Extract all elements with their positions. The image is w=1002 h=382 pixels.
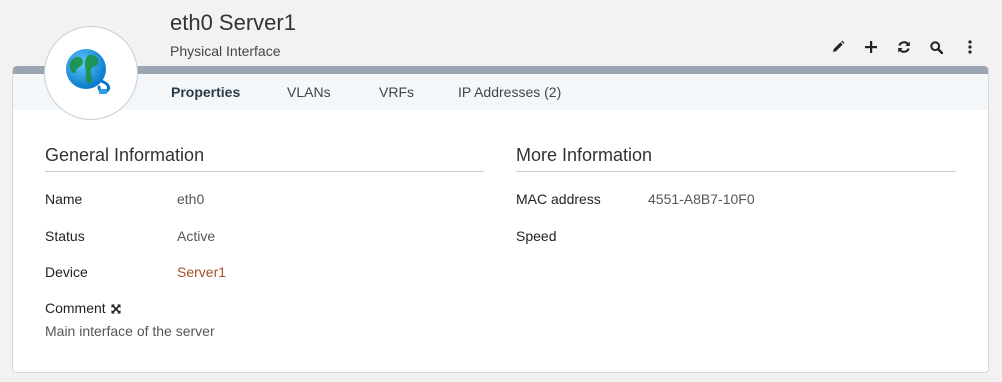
details-card: Properties VLANs VRFs IP Addresses (2) G… (12, 66, 989, 373)
search-icon (930, 40, 943, 54)
comment-label-row: Comment (45, 300, 121, 317)
tab-ip-addresses[interactable]: IP Addresses (2) (458, 84, 561, 100)
mac-address-value: 4551-A8B7-10F0 (648, 191, 755, 207)
card-top-border (13, 66, 988, 74)
mac-address-label: MAC address (516, 191, 601, 207)
header-actions (821, 38, 986, 56)
speed-label: Speed (516, 228, 557, 244)
more-divider (516, 171, 956, 172)
device-link[interactable]: Server1 (177, 264, 226, 280)
comment-label: Comment (45, 300, 106, 316)
tab-properties[interactable]: Properties (171, 84, 240, 100)
tab-vrfs[interactable]: VRFs (379, 84, 414, 100)
edit-button[interactable] (821, 38, 854, 56)
tab-vlans[interactable]: VLANs (287, 84, 331, 100)
general-information-heading: General Information (45, 145, 205, 165)
pencil-icon (832, 40, 844, 52)
device-label: Device (45, 264, 88, 280)
network-globe-icon (66, 49, 111, 94)
page-title: eth0 Server1 (170, 10, 296, 35)
status-label: Status (45, 228, 85, 244)
name-value: eth0 (177, 191, 205, 207)
kebab-icon (967, 40, 972, 54)
page-header: eth0 Server1 Physical Interface (0, 0, 1002, 70)
add-button[interactable] (854, 38, 887, 56)
refresh-button[interactable] (887, 38, 920, 56)
more-button[interactable] (953, 38, 986, 56)
plus-icon (864, 41, 877, 53)
page-subtitle: Physical Interface (170, 43, 281, 59)
avatar (44, 26, 138, 120)
comment-value: Main interface of the server (45, 323, 215, 339)
expand-icon[interactable] (111, 301, 121, 317)
refresh-icon (897, 41, 910, 53)
status-value: Active (177, 228, 216, 244)
more-information-heading: More Information (516, 145, 653, 165)
search-button[interactable] (920, 38, 953, 56)
general-divider (45, 171, 484, 172)
name-label: Name (45, 191, 83, 207)
tab-bar: Properties VLANs VRFs IP Addresses (2) (13, 74, 988, 110)
